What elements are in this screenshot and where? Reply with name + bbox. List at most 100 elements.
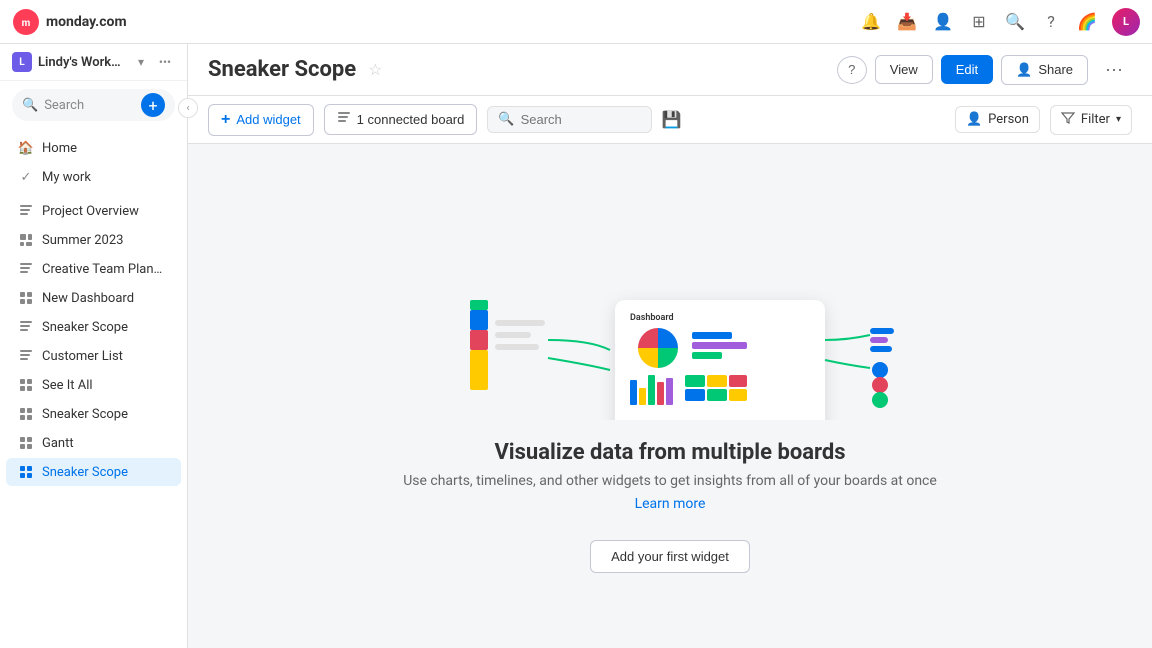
inbox-icon[interactable]: 📥	[896, 11, 918, 33]
sidebar-item-gantt-label: Gantt	[42, 436, 74, 451]
sidebar-collapse-button[interactable]: ‹	[178, 98, 198, 118]
board-icon-sneaker-1	[18, 319, 34, 335]
sidebar-item-project-overview[interactable]: Project Overview	[6, 197, 181, 225]
empty-state-description: Use charts, timelines, and other widgets…	[403, 473, 937, 489]
sidebar-item-sneaker-scope-1[interactable]: Sneaker Scope	[6, 313, 181, 341]
sidebar-search-box[interactable]: 🔍 Search +	[12, 89, 175, 121]
apps-icon[interactable]: ⊞	[968, 11, 990, 33]
dashboard-icon-summer	[18, 232, 34, 248]
sidebar-chevron-down-icon[interactable]: ▾	[131, 52, 151, 72]
illustration-svg: Dashboard	[430, 220, 910, 420]
search-icon[interactable]: 🔍	[1004, 11, 1026, 33]
sidebar-container: L Lindy's Worksp... ▾ ••• 🔍 Search + 🏠	[0, 44, 188, 648]
grid-icon-sneaker-2	[18, 406, 34, 422]
monday-logo-icon: m	[12, 8, 40, 36]
filter-button[interactable]: Filter ▾	[1050, 105, 1132, 135]
board-icon-customer	[18, 348, 34, 364]
filter-label: Filter	[1081, 112, 1110, 127]
sidebar-workspace-header: L Lindy's Worksp... ▾ •••	[0, 44, 187, 81]
add-widget-button[interactable]: + Add widget	[208, 104, 314, 136]
sidebar-add-button[interactable]: +	[141, 93, 165, 117]
person-icon: 👤	[966, 112, 982, 127]
person-filter-button[interactable]: 👤 Person	[955, 106, 1040, 133]
page-header: Sneaker Scope ☆ ? View Edit 👤 Share ···	[188, 44, 1152, 96]
sidebar-item-creative-team-label: Creative Team Planning	[42, 262, 169, 277]
grid-icon-see-it-all	[18, 377, 34, 393]
topbar-logo: m monday.com	[12, 8, 127, 36]
main-layout: L Lindy's Worksp... ▾ ••• 🔍 Search + 🏠	[0, 44, 1152, 648]
content-area: Sneaker Scope ☆ ? View Edit 👤 Share ··· …	[188, 44, 1152, 648]
bell-icon[interactable]: 🔔	[860, 11, 882, 33]
sidebar-workspace-name: Lindy's Worksp...	[38, 55, 125, 70]
sidebar-search-area: 🔍 Search +	[0, 81, 187, 129]
sidebar-item-new-dashboard-label: New Dashboard	[42, 291, 134, 306]
topbar: m monday.com 🔔 📥 👤 ⊞ 🔍 ? 🌈 L	[0, 0, 1152, 44]
grid-icon-gantt	[18, 435, 34, 451]
empty-state-text-section: Visualize data from multiple boards Use …	[403, 440, 937, 512]
sidebar-item-customer-list-label: Customer List	[42, 349, 123, 364]
sidebar-item-creative-team[interactable]: Creative Team Planning	[6, 255, 181, 283]
sidebar-item-sneaker-scope-3[interactable]: Sneaker Scope	[6, 458, 181, 486]
toolbar-search-icon: 🔍	[498, 112, 514, 127]
person-label: Person	[988, 112, 1029, 127]
board-icon-creative	[18, 261, 34, 277]
sidebar-item-new-dashboard[interactable]: New Dashboard	[6, 284, 181, 312]
edit-button[interactable]: Edit	[941, 55, 993, 84]
page-star-icon[interactable]: ☆	[368, 60, 382, 79]
share-button[interactable]: 👤 Share	[1001, 55, 1088, 85]
empty-state-title: Visualize data from multiple boards	[403, 440, 937, 465]
plus-icon: +	[221, 111, 230, 129]
rainbow-icon[interactable]: 🌈	[1076, 11, 1098, 33]
add-first-widget-button[interactable]: Add your first widget	[590, 540, 750, 573]
view-button[interactable]: View	[875, 55, 933, 84]
sidebar-search-label: Search	[44, 98, 135, 113]
toolbar: + Add widget 1 connected board 🔍 💾 👤 Per…	[188, 96, 1152, 144]
sidebar-nav: 🏠 Home ✓ My work Project Overview	[0, 129, 187, 491]
sidebar-item-sneaker-scope-2[interactable]: Sneaker Scope	[6, 400, 181, 428]
sidebar-item-gantt[interactable]: Gantt	[6, 429, 181, 457]
sidebar-item-see-it-all[interactable]: See It All	[6, 371, 181, 399]
sidebar-item-sneaker-scope-1-label: Sneaker Scope	[42, 320, 128, 335]
search-input[interactable]	[521, 112, 641, 127]
add-widget-label: Add widget	[236, 112, 300, 127]
sidebar-search-icon: 🔍	[22, 98, 38, 113]
sidebar-item-see-it-all-label: See It All	[42, 378, 93, 393]
toolbar-search-box[interactable]: 🔍	[487, 106, 651, 133]
workspace-badge: L	[12, 52, 32, 72]
sidebar-item-summer-2023[interactable]: Summer 2023	[6, 226, 181, 254]
help-icon[interactable]: ?	[1040, 11, 1062, 33]
filter-chevron-icon: ▾	[1116, 114, 1121, 125]
page-header-actions: ? View Edit 👤 Share ···	[837, 54, 1132, 85]
share-label: Share	[1038, 62, 1073, 77]
grid-icon-new-dashboard	[18, 290, 34, 306]
learn-more-link[interactable]: Learn more	[635, 496, 706, 512]
connected-board-label: 1 connected board	[357, 112, 465, 127]
user-avatar[interactable]: L	[1112, 8, 1140, 36]
sidebar-item-summer-2023-label: Summer 2023	[42, 233, 123, 248]
svg-text:Dashboard: Dashboard	[630, 313, 674, 323]
help-circle-button[interactable]: ?	[837, 56, 867, 84]
grid-icon-sneaker-3	[18, 464, 34, 480]
sidebar-item-home[interactable]: 🏠 Home	[6, 134, 181, 162]
dashboard-illustration: Dashboard	[430, 220, 910, 420]
dashboard-empty-state: Dashboard	[188, 144, 1152, 648]
sidebar-more-icon[interactable]: •••	[155, 52, 175, 72]
sidebar-item-my-work[interactable]: ✓ My work	[6, 163, 181, 191]
sidebar: L Lindy's Worksp... ▾ ••• 🔍 Search + 🏠	[0, 44, 188, 648]
board-icon	[18, 203, 34, 219]
my-work-icon: ✓	[18, 169, 34, 185]
filter-icon	[1061, 111, 1075, 129]
sidebar-item-customer-list[interactable]: Customer List	[6, 342, 181, 370]
connected-board-button[interactable]: 1 connected board	[324, 104, 478, 135]
sidebar-item-project-overview-label: Project Overview	[42, 204, 139, 219]
people-icon[interactable]: 👤	[932, 11, 954, 33]
topbar-icons: 🔔 📥 👤 ⊞ 🔍 ? 🌈 L	[860, 8, 1140, 36]
save-icon[interactable]: 💾	[662, 110, 682, 129]
board-connected-icon	[337, 111, 351, 128]
share-icon: 👤	[1016, 62, 1032, 78]
sidebar-item-sneaker-scope-2-label: Sneaker Scope	[42, 407, 128, 422]
home-icon: 🏠	[18, 140, 34, 156]
page-title: Sneaker Scope	[208, 57, 356, 82]
sidebar-item-home-label: Home	[42, 141, 77, 156]
more-options-button[interactable]: ···	[1096, 54, 1132, 85]
